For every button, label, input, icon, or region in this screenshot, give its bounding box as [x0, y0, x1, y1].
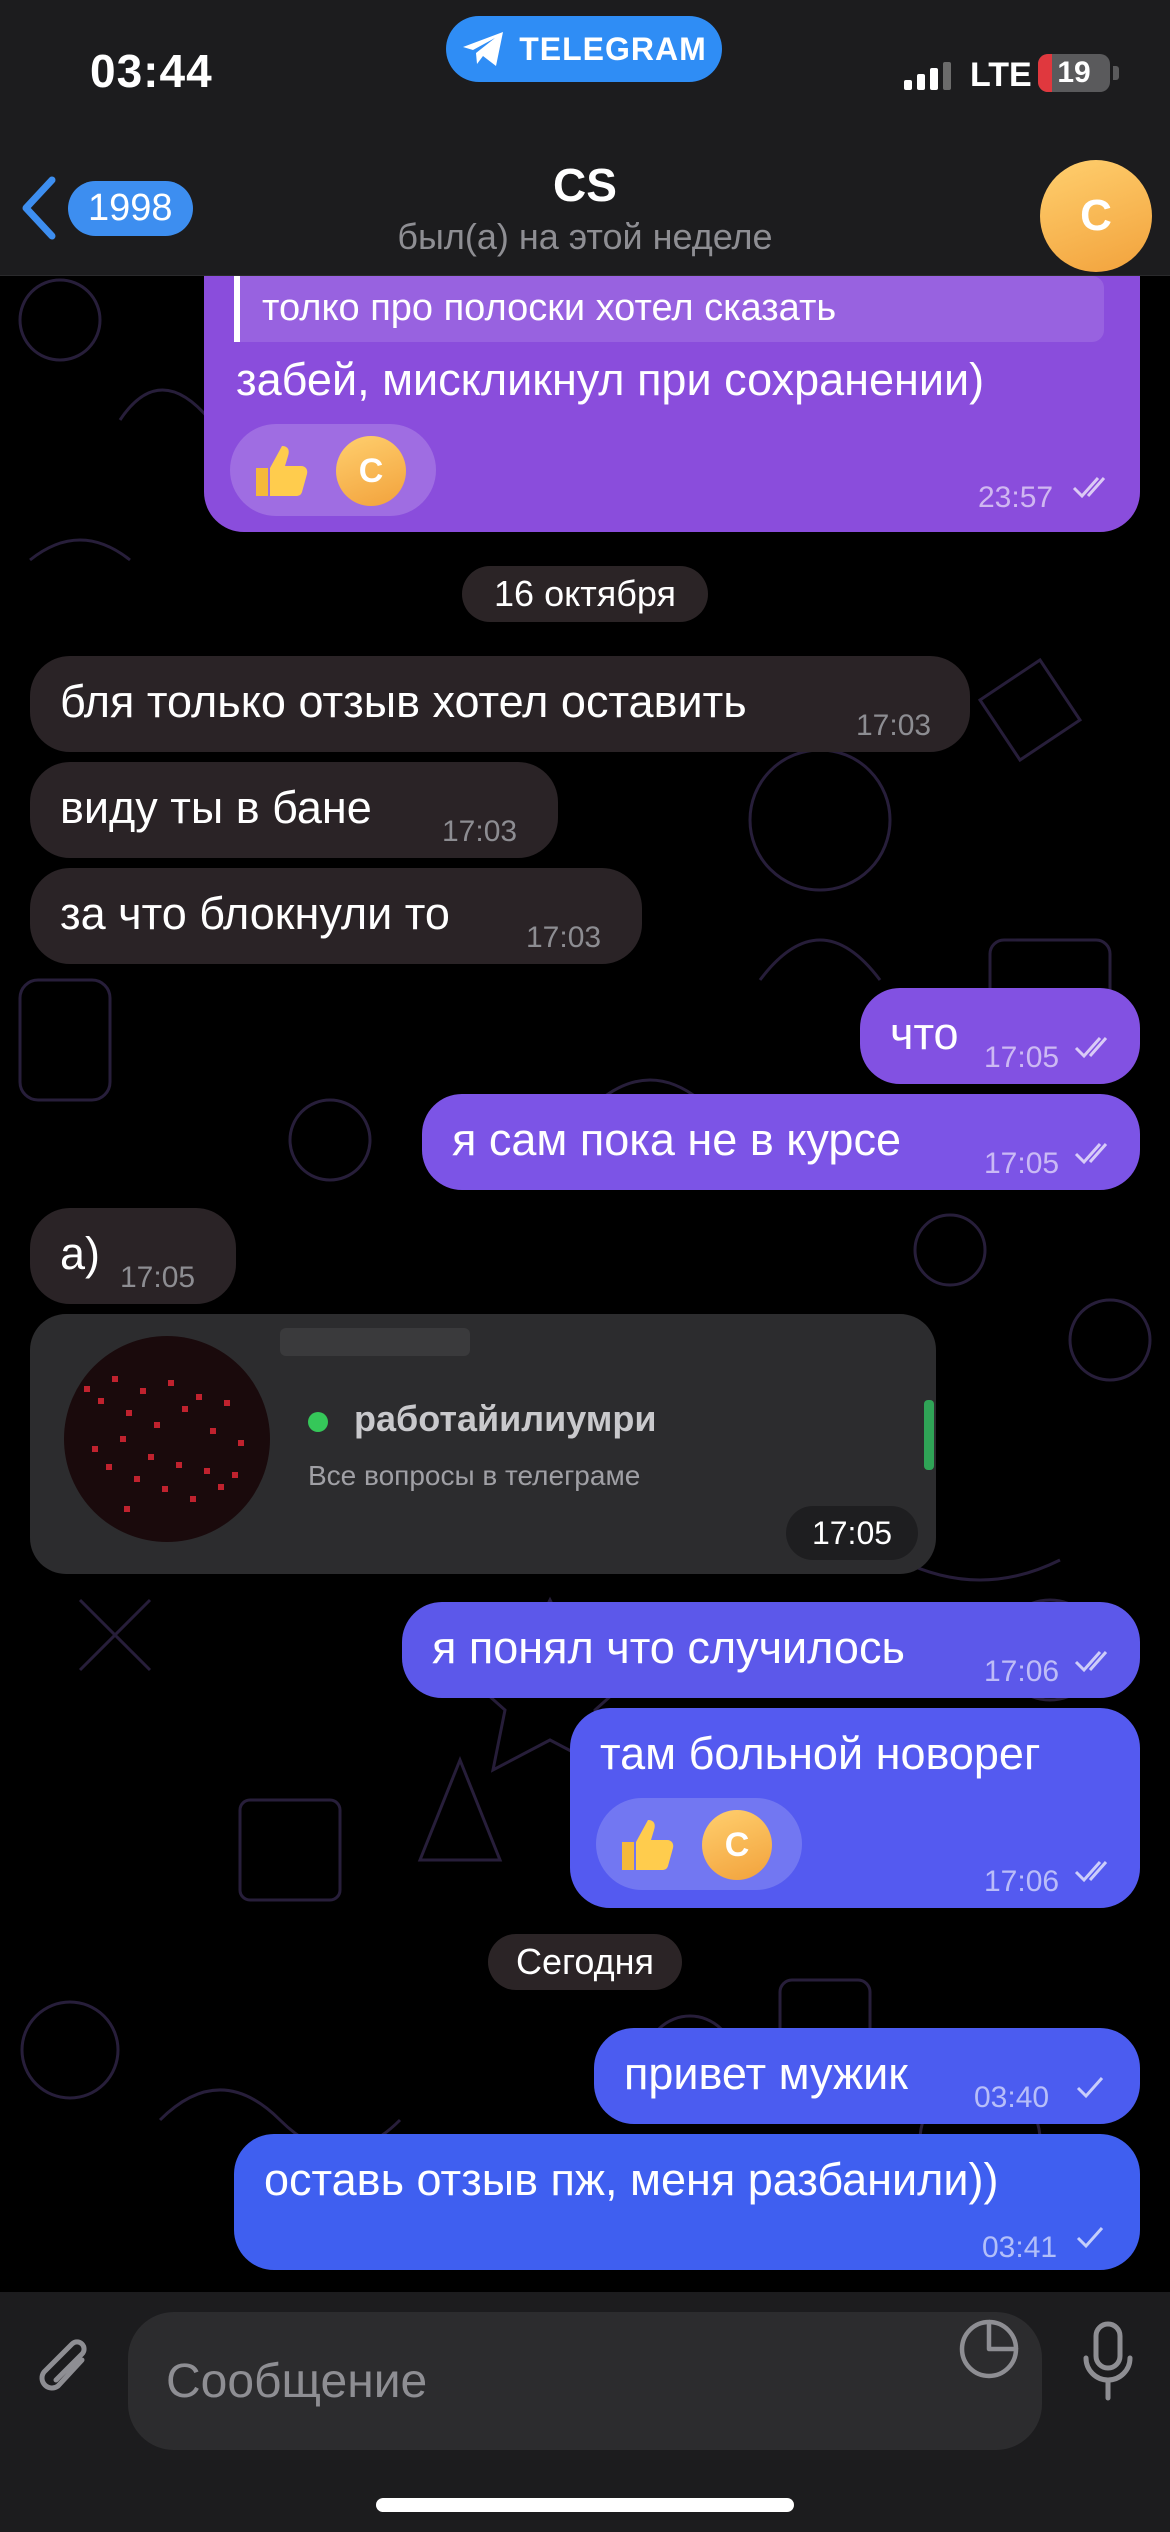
chat-last-seen: был(а) на этой неделе [397, 216, 773, 257]
blurred-header [280, 1328, 470, 1356]
message-bubble-outgoing[interactable]: оставь отзыв пж, меня разбанили)) 03:41 [234, 2134, 1140, 2270]
reaction-chip[interactable]: C [596, 1798, 802, 1890]
message-bubble-incoming[interactable]: бля только отзыв хотел оставить 17:03 [30, 656, 970, 752]
cellular-signal-icon [904, 60, 951, 90]
thumbs-up-icon [622, 1820, 674, 1870]
message-time: 03:40 [974, 2081, 1050, 2114]
message-bubble-outgoing[interactable]: я сам пока не в курсе 17:05 [422, 1094, 1140, 1190]
online-indicator [308, 1412, 328, 1432]
reaction-avatar: C [336, 436, 406, 506]
message-bubble-outgoing[interactable]: там больной новорег C 17:06 [570, 1708, 1140, 1908]
message-bubble-outgoing[interactable]: привет мужик 03:40 [594, 2028, 1140, 2124]
chat-header: 1998 CS был(а) на этой неделе C [0, 140, 1170, 276]
home-indicator[interactable] [376, 2498, 794, 2512]
message-time: 17:05 [120, 1261, 196, 1294]
message-time: 17:06 [984, 1865, 1060, 1898]
message-text: бля только отзыв хотел оставить [60, 676, 747, 727]
contact-avatar[interactable]: C [1040, 160, 1152, 272]
double-check-icon [1074, 1651, 1108, 1673]
microphone-icon[interactable] [1078, 2320, 1138, 2404]
check-icon [1076, 2227, 1104, 2249]
reply-quote[interactable]: толко про полоски хотел сказать [234, 276, 1104, 342]
message-time: 17:06 [984, 1655, 1060, 1688]
telegram-pill-label: TELEGRAM [519, 30, 707, 67]
message-time: 17:03 [442, 815, 518, 848]
message-time: 23:57 [978, 481, 1054, 514]
double-check-icon [1072, 477, 1106, 499]
message-text: оставь отзыв пж, меня разбанили)) [264, 2154, 999, 2205]
message-time: 17:05 [984, 1041, 1060, 1074]
telegram-return-pill[interactable]: TELEGRAM [446, 16, 722, 82]
battery-cap [1113, 66, 1119, 80]
message-text: а) [60, 1228, 101, 1279]
message-time: 17:03 [526, 921, 602, 954]
double-check-icon [1074, 1037, 1108, 1059]
thumbs-up-icon [256, 446, 308, 496]
paperclip-icon[interactable] [30, 2330, 100, 2410]
message-bubble-incoming[interactable]: за что блокнули то 17:03 [30, 868, 642, 964]
date-separator: Сегодня [488, 1934, 682, 1990]
message-bubble-outgoing[interactable]: что 17:05 [860, 988, 1140, 1084]
message-input[interactable] [128, 2312, 1042, 2450]
message-text: привет мужик [624, 2048, 908, 2099]
battery-percent: 19 [1057, 56, 1091, 89]
telegram-icon [463, 32, 504, 66]
shared-channel-card[interactable]: работайилиумри Все вопросы в телеграме 1… [30, 1314, 936, 1574]
sticker-icon[interactable] [958, 2318, 1020, 2380]
message-bubble-incoming[interactable]: а) 17:05 [30, 1208, 236, 1304]
card-edge-accent [924, 1400, 934, 1470]
message-text: я понял что случилось [432, 1622, 905, 1673]
status-bar: 03:44 TELEGRAM LTE 19 [0, 0, 1170, 140]
status-time: 03:44 [90, 45, 213, 97]
message-text: там больной новорег [600, 1728, 1041, 1779]
reaction-chip[interactable]: C [230, 424, 436, 516]
shared-channel-name: работайилиумри [354, 1398, 657, 1439]
message-time: 03:41 [982, 2231, 1058, 2264]
message-text: виду ты в бане [60, 782, 372, 833]
message-field [128, 2312, 1042, 2450]
double-check-icon [1074, 1861, 1108, 1883]
double-check-icon [1074, 1143, 1108, 1165]
message-time: 17:05 [984, 1147, 1060, 1180]
message-text: забей, мискликнул при сохранении) [236, 354, 985, 405]
chat-title[interactable]: CS [0, 158, 1170, 212]
message-text: за что блокнули то [60, 888, 450, 939]
check-icon [1076, 2077, 1104, 2099]
channel-thumbnail [64, 1336, 270, 1542]
reply-quote-text: толко про полоски хотел сказать [262, 287, 837, 329]
message-bubble-outgoing[interactable]: я понял что случилось 17:06 [402, 1602, 1140, 1698]
reaction-avatar: C [702, 1810, 772, 1880]
message-text: я сам пока не в курсе [452, 1114, 901, 1165]
battery-icon: 19 [1038, 54, 1110, 92]
message-list[interactable]: толко про полоски хотел сказать забей, м… [0, 276, 1170, 2292]
date-separator: 16 октября [462, 566, 708, 622]
message-text: что [890, 1008, 959, 1059]
network-type: LTE [970, 56, 1032, 94]
message-bubble-outgoing[interactable]: толко про полоски хотел сказать забей, м… [204, 276, 1140, 532]
message-time: 17:05 [786, 1506, 918, 1560]
message-bubble-incoming[interactable]: виду ты в бане 17:03 [30, 762, 558, 858]
message-time: 17:03 [856, 709, 932, 742]
shared-channel-description: Все вопросы в телеграме [308, 1460, 641, 1491]
